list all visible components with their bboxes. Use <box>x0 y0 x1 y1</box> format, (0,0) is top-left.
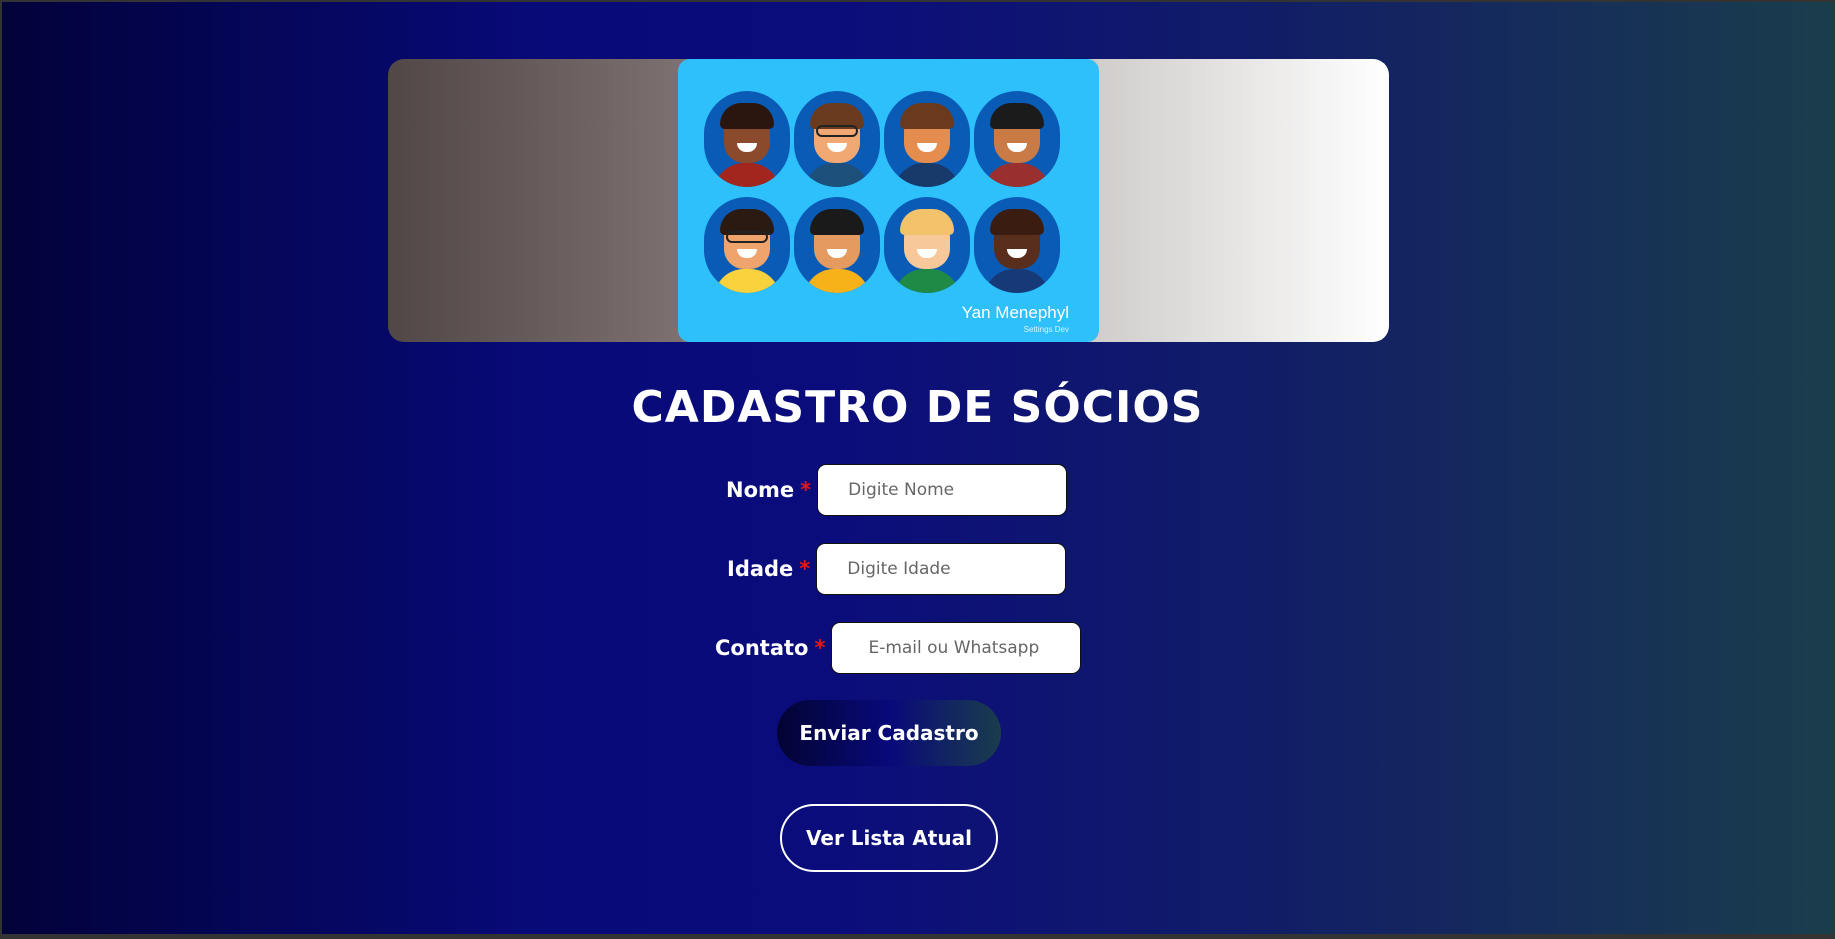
submit-button[interactable]: Enviar Cadastro <box>777 700 1001 766</box>
form-row-nome: Nome * <box>726 463 1068 517</box>
nome-input[interactable] <box>817 464 1068 516</box>
page-background: Yan Menephyl Settings Dev Cadastro de Só… <box>2 2 1833 934</box>
avatar-icon <box>794 91 880 187</box>
avatar-icon <box>884 197 970 293</box>
field-label-contato: Contato <box>715 636 809 660</box>
page-title: Cadastro de Sócios <box>631 382 1204 433</box>
avatar-icon <box>704 91 790 187</box>
avatar-icon <box>974 197 1060 293</box>
required-asterisk: * <box>799 557 811 581</box>
avatar-icon <box>884 91 970 187</box>
field-label-nome: Nome <box>726 478 795 502</box>
avatar-icon <box>974 91 1060 187</box>
required-asterisk: * <box>800 478 812 502</box>
view-list-button[interactable]: Ver Lista Atual <box>780 804 998 872</box>
form-row-contato: Contato * <box>715 621 1082 675</box>
form-row-idade: Idade * <box>727 542 1067 596</box>
idade-input[interactable] <box>816 543 1067 595</box>
contato-input[interactable] <box>831 622 1082 674</box>
required-asterisk: * <box>814 636 826 660</box>
card-name: Yan Menephyl <box>961 303 1069 322</box>
card-subtitle: Settings Dev <box>1023 325 1069 334</box>
header-banner: Yan Menephyl Settings Dev <box>388 59 1389 342</box>
avatar-icon <box>794 197 880 293</box>
field-label-idade: Idade <box>727 557 794 581</box>
banner-card: Yan Menephyl Settings Dev <box>678 59 1099 342</box>
avatar-icon <box>704 197 790 293</box>
